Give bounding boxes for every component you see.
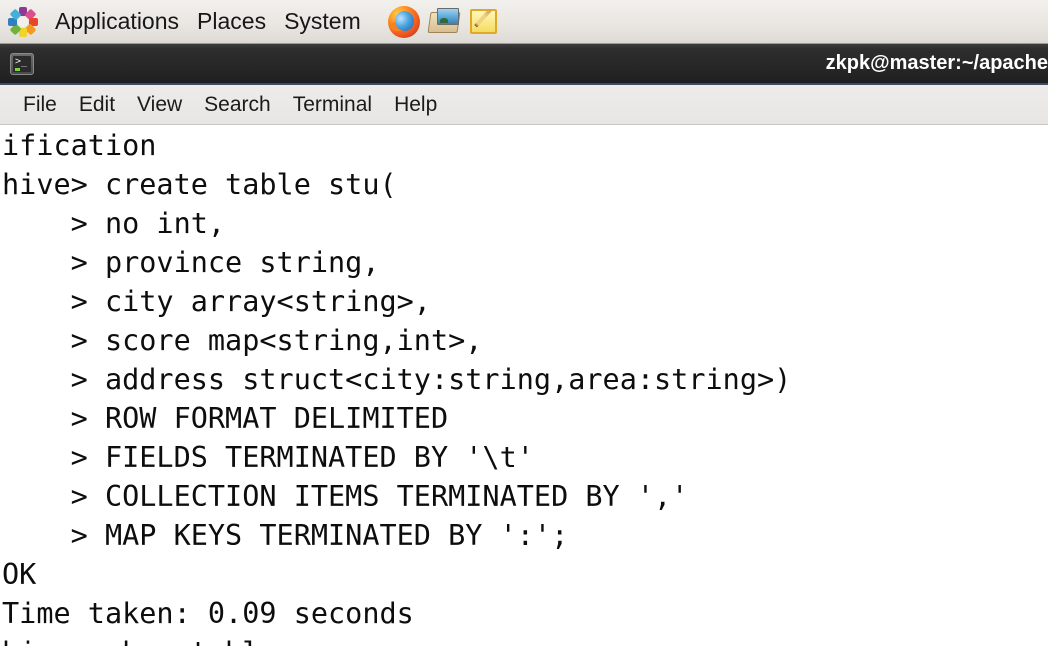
- gnome-top-panel: Applications Places System: [0, 0, 1048, 44]
- terminal-line: ification: [2, 129, 157, 162]
- menubar-item-terminal[interactable]: Terminal: [282, 91, 383, 119]
- terminal-output-area[interactable]: ification hive> create table stu( > no in…: [0, 126, 1048, 646]
- terminal-line: > score map<string,int>,: [2, 324, 483, 357]
- terminal-icon-cursor-glyph: [15, 67, 20, 71]
- panel-menu-places[interactable]: Places: [188, 6, 275, 37]
- menubar-item-help[interactable]: Help: [383, 91, 448, 119]
- terminal-line: hive> show tables;: [0, 633, 1048, 646]
- terminal-line: > province string,: [2, 246, 380, 279]
- file-manager-launcher-icon[interactable]: [426, 4, 462, 40]
- terminal-line: > address struct<city:string,area:string…: [2, 363, 792, 396]
- terminal-line: hive> create table stu(: [2, 168, 397, 201]
- menubar-item-file[interactable]: File: [12, 91, 68, 119]
- window-titlebar[interactable]: >_ zkpk@master:~/apache: [0, 44, 1048, 85]
- terminal-line: > FIELDS TERMINATED BY '\t': [2, 441, 534, 474]
- terminal-icon: >_: [10, 52, 34, 75]
- terminal-menubar: File Edit View Search Terminal Help: [0, 85, 1048, 125]
- terminal-icon-prompt-glyph: >_: [15, 55, 28, 67]
- folder-image-icon: [436, 7, 459, 25]
- text-editor-icon: [469, 8, 497, 34]
- terminal-line: > COLLECTION ITEMS TERMINATED BY ',': [2, 480, 689, 513]
- menubar-item-search[interactable]: Search: [193, 91, 282, 119]
- terminal-line: OK: [2, 558, 37, 591]
- panel-menu-applications[interactable]: Applications: [46, 6, 188, 37]
- terminal-line: > city array<string>,: [2, 285, 431, 318]
- menubar-item-edit[interactable]: Edit: [68, 91, 126, 119]
- menubar-item-view[interactable]: View: [126, 91, 193, 119]
- terminal-line: > no int,: [2, 207, 226, 240]
- panel-menu-system[interactable]: System: [275, 6, 370, 37]
- window-title: zkpk@master:~/apache: [825, 52, 1048, 74]
- gnome-foot-logo-icon[interactable]: [6, 5, 40, 39]
- text-editor-launcher-icon[interactable]: [466, 4, 502, 40]
- firefox-launcher-icon[interactable]: [386, 4, 422, 40]
- terminal-line: > ROW FORMAT DELIMITED: [2, 402, 449, 435]
- terminal-line: Time taken: 0.09 seconds: [2, 597, 414, 630]
- terminal-line: > MAP KEYS TERMINATED BY ':';: [2, 519, 569, 552]
